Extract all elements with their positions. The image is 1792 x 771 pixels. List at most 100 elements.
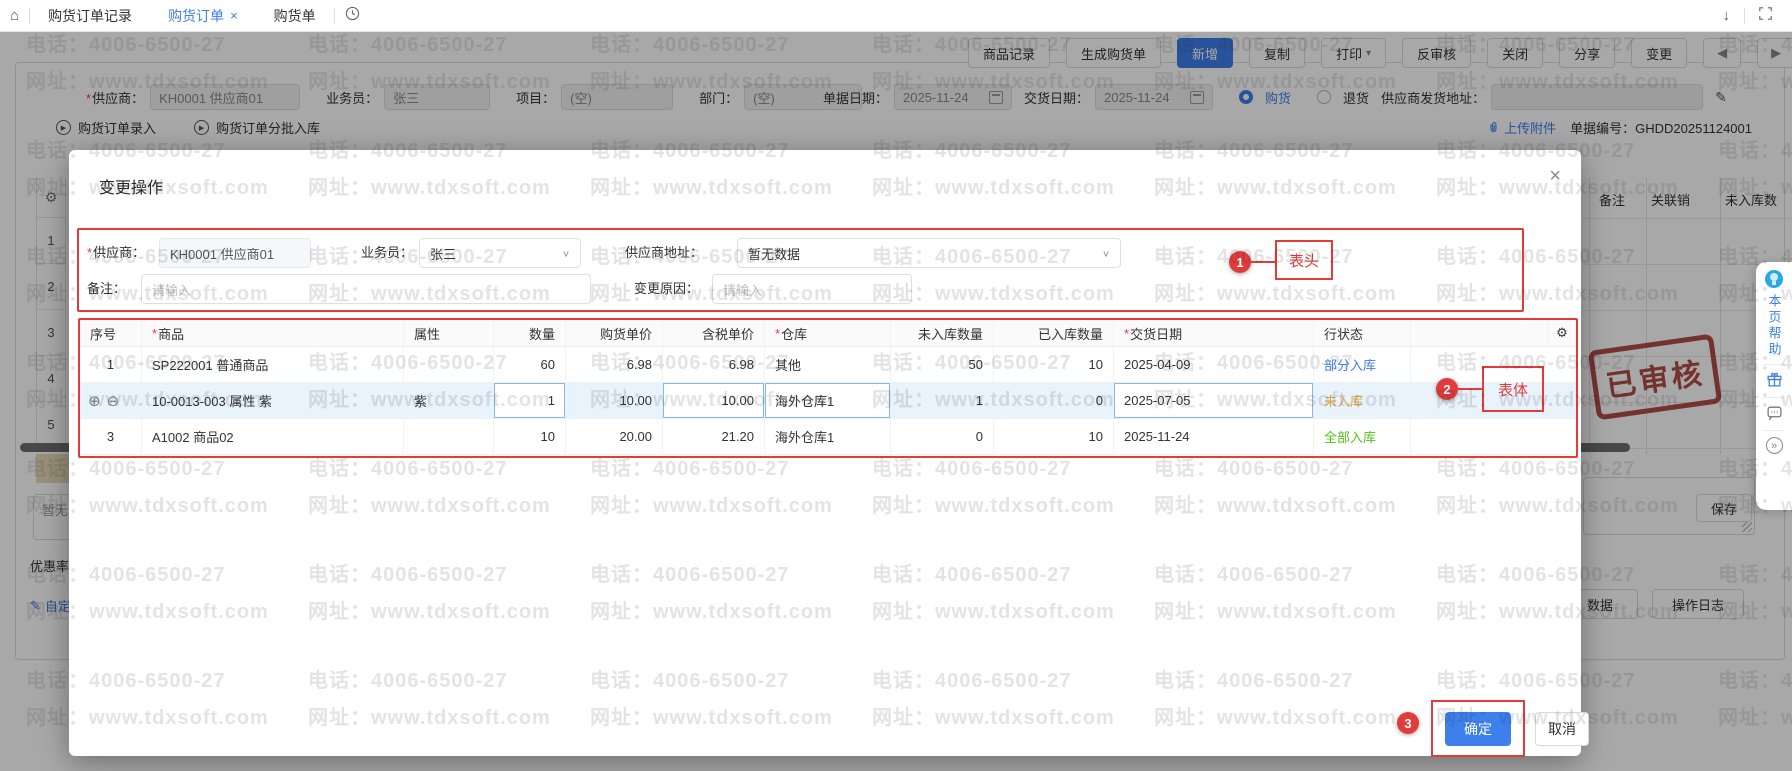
remove-row-icon[interactable]: ⊖: [107, 392, 120, 410]
tab-bar: ⌂ 购货订单记录 购货订单× 购货单 ↓: [0, 0, 1792, 32]
col-extra: [1411, 320, 1548, 346]
col-delivery-date: *交货日期: [1114, 320, 1314, 346]
cell-tax-price-editing[interactable]: 10.00: [663, 383, 765, 418]
col-line-status: 行状态: [1314, 320, 1411, 346]
close-tab-icon[interactable]: ×: [230, 8, 238, 23]
required-star: *: [152, 326, 157, 341]
cell-product: SP222001 普通商品: [142, 347, 404, 382]
help-panel: 本页帮助 »: [1756, 262, 1792, 510]
col-product: *商品: [142, 320, 404, 346]
home-icon[interactable]: ⌂: [0, 7, 29, 24]
divider: [1763, 364, 1785, 365]
collapse-panel-icon[interactable]: »: [1766, 437, 1783, 454]
line-status-badge: 部分入库: [1324, 355, 1376, 374]
cell-attr: 紫: [404, 383, 494, 418]
table-row-selected[interactable]: ⊕ ⊖ 10-0013-003 属性 紫 紫 1 10.00 10.00 海外仓…: [80, 383, 1576, 419]
cell-warehouse[interactable]: 其他: [765, 347, 891, 382]
divider: [1763, 430, 1785, 431]
help-bulb-icon[interactable]: [1765, 270, 1783, 288]
modal-supplier-label: *供应商：: [87, 238, 145, 268]
modal-close-icon[interactable]: ×: [1549, 166, 1561, 186]
modal-reason-label: 变更原因：: [634, 274, 699, 304]
modal-addr-label: 供应商地址：: [625, 238, 703, 268]
cell-tax-price: 21.20: [663, 419, 765, 454]
cell-qty[interactable]: 60: [494, 347, 566, 382]
history-icon[interactable]: [335, 6, 370, 25]
annotation-badge-1: 1: [1229, 251, 1251, 273]
modal-remark-label: 备注：: [87, 274, 126, 304]
cell-qty[interactable]: 10: [494, 419, 566, 454]
modal-remark-input[interactable]: 请输入: [141, 274, 591, 304]
cancel-button[interactable]: 取消: [1535, 712, 1589, 746]
tab-purchase-order-records[interactable]: 购货订单记录: [30, 0, 150, 32]
cell-warehouse[interactable]: 海外仓库1: [765, 419, 891, 454]
cell-index: 3: [80, 419, 142, 454]
required-star: *: [87, 245, 92, 260]
page-help-label[interactable]: 本页帮助: [1765, 294, 1784, 358]
divider: [1763, 397, 1785, 398]
cell-index: ⊕ ⊖: [80, 383, 142, 418]
col-received-qty: 已入库数量: [994, 320, 1114, 346]
gift-icon[interactable]: [1766, 371, 1783, 391]
col-warehouse: *仓库: [765, 320, 891, 346]
line-status-badge: 未入库: [1324, 391, 1363, 410]
modal-addr-select[interactable]: 暂无数据∨: [737, 238, 1121, 268]
chat-icon[interactable]: [1766, 404, 1783, 424]
modal-reason-input[interactable]: 请输入: [712, 274, 912, 304]
change-operation-modal: 变更操作 × *供应商： KH0001 供应商01 业务员： 张三∨ 供应商地址…: [69, 150, 1581, 756]
annotation-badge-2: 2: [1436, 378, 1458, 400]
col-price: 购货单价: [566, 320, 663, 346]
annotation-badge-3: 3: [1397, 712, 1419, 734]
required-star: *: [1124, 326, 1129, 341]
cell-product: 10-0013-003 属性 紫: [142, 383, 404, 418]
minimize-icon[interactable]: ↓: [1713, 7, 1741, 24]
cell-delivery-date[interactable]: 2025-11-24: [1114, 419, 1314, 454]
modal-title: 变更操作: [99, 174, 163, 198]
screen: 商品记录 生成购货单 新增 复制 打印▾ 反审核 关闭 分享 变更 ◀ ▶ *供…: [0, 0, 1792, 771]
tab-purchase-order[interactable]: 购货订单×: [150, 0, 256, 32]
chevron-down-icon: ∨: [1102, 248, 1110, 258]
table-row[interactable]: 3 A1002 商品02 10 20.00 21.20 海外仓库1 0 10 2…: [80, 419, 1576, 455]
cell-warehouse-editing[interactable]: 海外仓库1: [765, 383, 891, 418]
table-header-row: 序号 *商品 属性 数量 购货单价 含税单价 *仓库 未入库数量 已入库数量 *…: [80, 320, 1576, 347]
annotation-line: [1458, 388, 1482, 390]
annotation-box-confirm: [1431, 700, 1525, 757]
annotation-label-header: 表头: [1275, 240, 1333, 280]
cell-attr: [404, 347, 494, 382]
annotation-line: [1251, 261, 1275, 263]
col-pending-qty: 未入库数量: [891, 320, 994, 346]
chevron-down-icon: ∨: [562, 248, 570, 258]
cell-pending-qty: 1: [891, 383, 994, 418]
divider: [1744, 8, 1745, 24]
cell-delivery-date-editing[interactable]: 2025-07-05: [1114, 383, 1314, 418]
col-tax-price: 含税单价: [663, 320, 765, 346]
table-settings-icon[interactable]: ⚙: [1548, 320, 1576, 346]
col-qty: 数量: [494, 320, 566, 346]
fullscreen-icon[interactable]: [1749, 7, 1782, 24]
cell-qty-editing[interactable]: 1: [494, 383, 566, 418]
cell-index: 1: [80, 347, 142, 382]
cell-delivery-date[interactable]: 2025-04-09: [1114, 347, 1314, 382]
cell-tax-price: 6.98: [663, 347, 765, 382]
col-index: 序号: [80, 320, 142, 346]
modal-salesman-label: 业务员：: [361, 238, 413, 268]
required-star: *: [775, 326, 780, 341]
cell-product: A1002 商品02: [142, 419, 404, 454]
cell-received-qty: 0: [994, 383, 1114, 418]
cell-received-qty: 10: [994, 419, 1114, 454]
table-row[interactable]: 1 SP222001 普通商品 60 6.98 6.98 其他 50 10 20…: [80, 347, 1576, 383]
modal-supplier-field[interactable]: KH0001 供应商01: [159, 238, 311, 268]
cell-price: 10.00: [566, 383, 663, 418]
cell-price: 20.00: [566, 419, 663, 454]
cell-attr: [404, 419, 494, 454]
annotation-label-body: 表体: [1482, 366, 1544, 412]
line-status-badge: 全部入库: [1324, 427, 1376, 446]
modal-table: 序号 *商品 属性 数量 购货单价 含税单价 *仓库 未入库数量 已入库数量 *…: [80, 320, 1576, 455]
cell-pending-qty: 50: [891, 347, 994, 382]
cell-pending-qty: 0: [891, 419, 994, 454]
col-attr: 属性: [404, 320, 494, 346]
tab-purchase-bill[interactable]: 购货单: [256, 0, 334, 32]
modal-salesman-select[interactable]: 张三∨: [419, 238, 581, 268]
cell-price: 6.98: [566, 347, 663, 382]
add-row-icon[interactable]: ⊕: [88, 392, 101, 410]
